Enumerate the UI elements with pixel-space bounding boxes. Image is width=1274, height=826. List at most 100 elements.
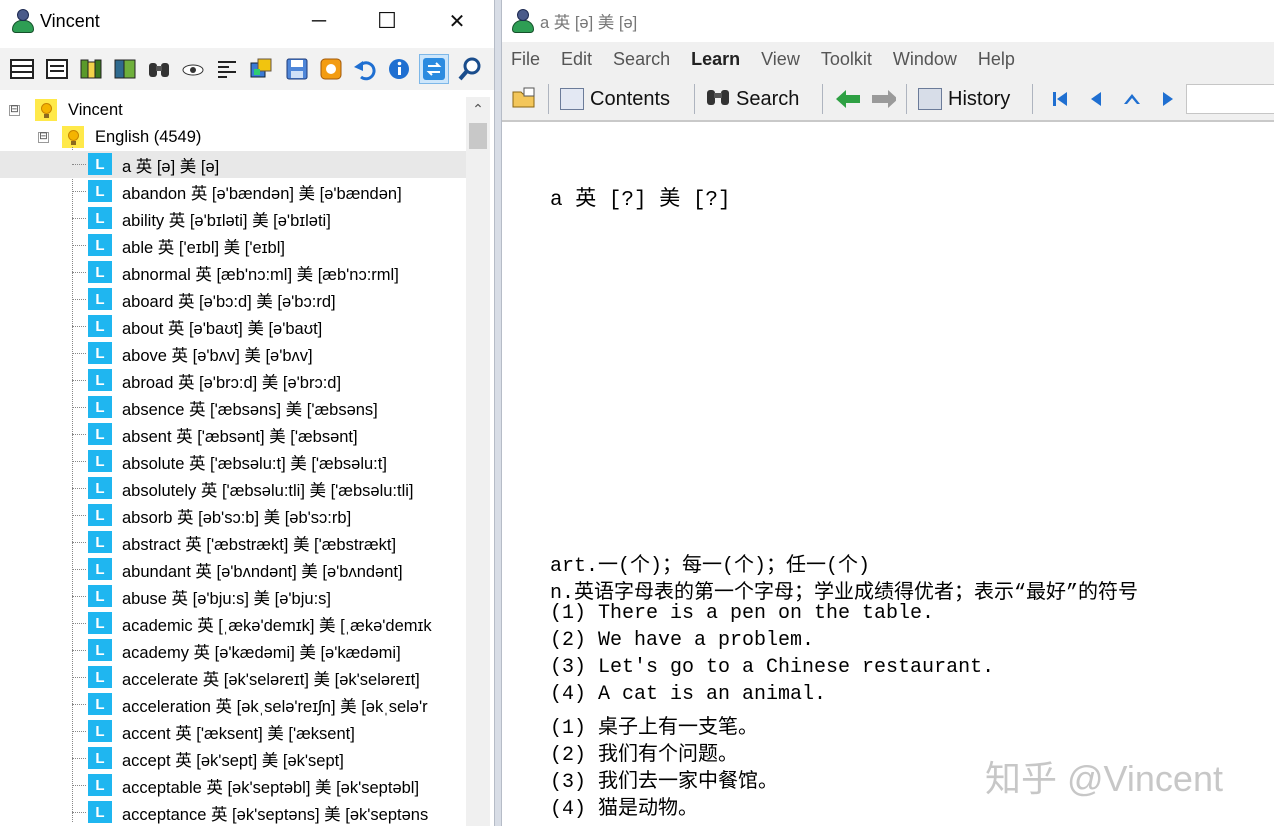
tree-item-label: a 英 [ə] 美 [ə] [122, 157, 220, 176]
menu-learn[interactable]: Learn [691, 49, 740, 70]
right-window: a 英 [ə] 美 [ə] File Edit Search Learn View Too… [502, 0, 1274, 826]
tree-item-label: abundant 英 [ə'bʌndənt] 美 [ə'bʌndənt] [122, 562, 403, 581]
tree-item[interactable]: Labstract 英 ['æbstrækt] 美 ['æbstrækt] [0, 529, 466, 556]
menu-view[interactable]: View [761, 49, 800, 70]
menu-toolkit[interactable]: Toolkit [821, 49, 872, 70]
definition-line: (2) We have a problem. [550, 629, 815, 652]
detail-view-icon[interactable] [42, 54, 72, 84]
previous-page-icon[interactable] [1084, 88, 1108, 110]
definition-line: n.英语字母表的第一个字母；学业成绩得优者；表示“最好”的符号 [550, 582, 1139, 605]
tree-item-label: absolute 英 ['æbsəlu:t] 美 ['æbsəlu:t] [122, 454, 387, 473]
menu-file[interactable]: File [511, 49, 540, 70]
contents-label: Contents [590, 87, 671, 110]
minimize-button[interactable]: ─ [294, 4, 344, 38]
first-page-icon[interactable] [1048, 88, 1072, 110]
tree-item[interactable]: Labsolute 英 ['æbsəlu:t] 美 ['æbsəlu:t] [0, 448, 466, 475]
tree-item[interactable]: Lability 英 [ə'bɪləti] 美 [ə'bɪləti] [0, 205, 466, 232]
history-button[interactable]: History [918, 83, 1010, 115]
collapse-icon[interactable]: ⊟ [9, 105, 20, 116]
lesson-icon: L [88, 693, 112, 715]
tree-group-english[interactable]: ⊟ English (4549) [0, 124, 466, 151]
tree-root-vincent[interactable]: ⊟ Vincent [0, 97, 466, 124]
search-button[interactable]: Search [706, 83, 799, 115]
close-button[interactable]: ✕ [432, 4, 482, 38]
tree-item[interactable]: Labuse 英 [ə'bju:s] 美 [ə'bju:s] [0, 583, 466, 610]
definition-line: (4) 猫是动物。 [550, 798, 699, 821]
back-arrow-icon[interactable] [836, 88, 860, 110]
tree-item[interactable]: Laccept 英 [ək'sept] 美 [ək'sept] [0, 745, 466, 772]
tree-scrollbar[interactable]: ⌃ [466, 97, 490, 826]
history-icon [918, 88, 942, 110]
lightbulb-icon [62, 126, 84, 148]
binoculars-icon[interactable] [144, 54, 174, 84]
books-icon[interactable] [76, 54, 106, 84]
export-orange-icon[interactable] [316, 54, 346, 84]
scroll-thumb[interactable] [469, 123, 487, 149]
tree-item[interactable]: Laccent 英 ['æksent] 美 ['æksent] [0, 718, 466, 745]
tree-item[interactable]: Lacceleration 英 [əkˌselə'reɪʃn] 美 [əkˌse… [0, 691, 466, 718]
tree-item-label: absence 英 ['æbsəns] 美 ['æbsəns] [122, 400, 378, 419]
columns-icon[interactable] [212, 54, 242, 84]
tree-item[interactable]: Lable 英 ['eɪbl] 美 ['eɪbl] [0, 232, 466, 259]
lightbulb-icon [35, 99, 57, 121]
tree-item[interactable]: Labnormal 英 [æb'nɔ:ml] 美 [æb'nɔ:rml] [0, 259, 466, 286]
tree-item[interactable]: Labroad 英 [ə'brɔ:d] 美 [ə'brɔ:d] [0, 367, 466, 394]
maximize-button[interactable]: ☐ [362, 4, 412, 38]
tree-item[interactable]: La 英 [ə] 美 [ə] [0, 151, 466, 178]
lesson-icon: L [88, 369, 112, 391]
lesson-icon: L [88, 288, 112, 310]
book-stack-icon[interactable] [110, 54, 140, 84]
collapse-icon[interactable]: ⊟ [38, 132, 49, 143]
lesson-icon: L [88, 423, 112, 445]
tree-root-label: Vincent [68, 101, 123, 119]
menu-window[interactable]: Window [893, 49, 957, 70]
word-tree[interactable]: ⊟ Vincent ⊟ English (4549) La 英 [ə] 美 [ə] Lab… [0, 97, 466, 826]
tree-item-label: absent 英 ['æbsənt] 美 ['æbsənt] [122, 427, 358, 446]
tree-item[interactable]: Labsolutely 英 ['æbsəlu:tli] 美 ['æbsəlu:t… [0, 475, 466, 502]
tree-item[interactable]: Laboard 英 [ə'bɔ:d] 美 [ə'bɔ:rd] [0, 286, 466, 313]
tree-item-label: abandon 英 [ə'bændən] 美 [ə'bændən] [122, 184, 402, 203]
tree-item[interactable]: Lacceptance 英 [ək'septəns] 美 [ək'septəns [0, 799, 466, 826]
list-view-icon[interactable] [7, 54, 37, 84]
sync-icon[interactable] [419, 54, 449, 84]
eye-icon[interactable] [178, 54, 208, 84]
menu-help[interactable]: Help [978, 49, 1015, 70]
undo-icon[interactable] [350, 54, 380, 84]
lesson-icon: L [88, 639, 112, 661]
tree-item-label: ability 英 [ə'bɪləti] 美 [ə'bɪləti] [122, 211, 331, 230]
left-window: Vincent ─ ☐ ✕ ⊟ Vincent ⊟ English (4549)… [0, 0, 494, 826]
tree-item[interactable]: Lacceptable 英 [ək'septəbl] 美 [ək'septəbl… [0, 772, 466, 799]
document-title: a 英 [ə] 美 [ə] [540, 14, 638, 32]
info-icon[interactable] [384, 54, 414, 84]
up-page-icon[interactable] [1120, 88, 1144, 110]
open-folder-icon[interactable] [512, 87, 536, 109]
save-icon[interactable] [282, 54, 312, 84]
contents-icon [560, 88, 584, 110]
menu-edit[interactable]: Edit [561, 49, 592, 70]
tree-item[interactable]: Labsent 英 ['æbsənt] 美 ['æbsənt] [0, 421, 466, 448]
tree-item[interactable]: Lacademy 英 [ə'kædəmi] 美 [ə'kædəmi] [0, 637, 466, 664]
tree-item[interactable]: Labove 英 [ə'bʌv] 美 [ə'bʌv] [0, 340, 466, 367]
lesson-icon: L [88, 477, 112, 499]
tree-item[interactable]: Lacademic 英 [ˌækə'demɪk] 美 [ˌækə'demɪk [0, 610, 466, 637]
tree-item[interactable]: Labsorb 英 [əb'sɔ:b] 美 [əb'sɔ:rb] [0, 502, 466, 529]
tree-item[interactable]: Labandon 英 [ə'bændən] 美 [ə'bændən] [0, 178, 466, 205]
magnifier-icon[interactable] [455, 54, 485, 84]
binoculars-icon [706, 85, 730, 113]
lesson-icon: L [88, 666, 112, 688]
tree-item[interactable]: Labout 英 [ə'baʊt] 美 [ə'baʊt] [0, 313, 466, 340]
next-page-icon[interactable] [1156, 88, 1180, 110]
tree-item[interactable]: Labsence 英 ['æbsəns] 美 ['æbsəns] [0, 394, 466, 421]
lesson-icon: L [88, 207, 112, 229]
scroll-up-arrow[interactable]: ⌃ [470, 101, 486, 117]
splitter-handle[interactable] [494, 0, 502, 826]
tree-item-label: academy 英 [ə'kædəmi] 美 [ə'kædəmi] [122, 643, 401, 662]
tree-item-label: above 英 [ə'bʌv] 美 [ə'bʌv] [122, 346, 313, 365]
tree-item[interactable]: Labundant 英 [ə'bʌndənt] 美 [ə'bʌndənt] [0, 556, 466, 583]
export-icon[interactable] [246, 54, 276, 84]
menu-search[interactable]: Search [613, 49, 670, 70]
contents-button[interactable]: Contents [560, 83, 670, 115]
tree-item[interactable]: Laccelerate 英 [ək'seləreɪt] 美 [ək'seləre… [0, 664, 466, 691]
forward-arrow-icon[interactable] [872, 88, 896, 110]
quick-search-input[interactable] [1186, 84, 1274, 114]
